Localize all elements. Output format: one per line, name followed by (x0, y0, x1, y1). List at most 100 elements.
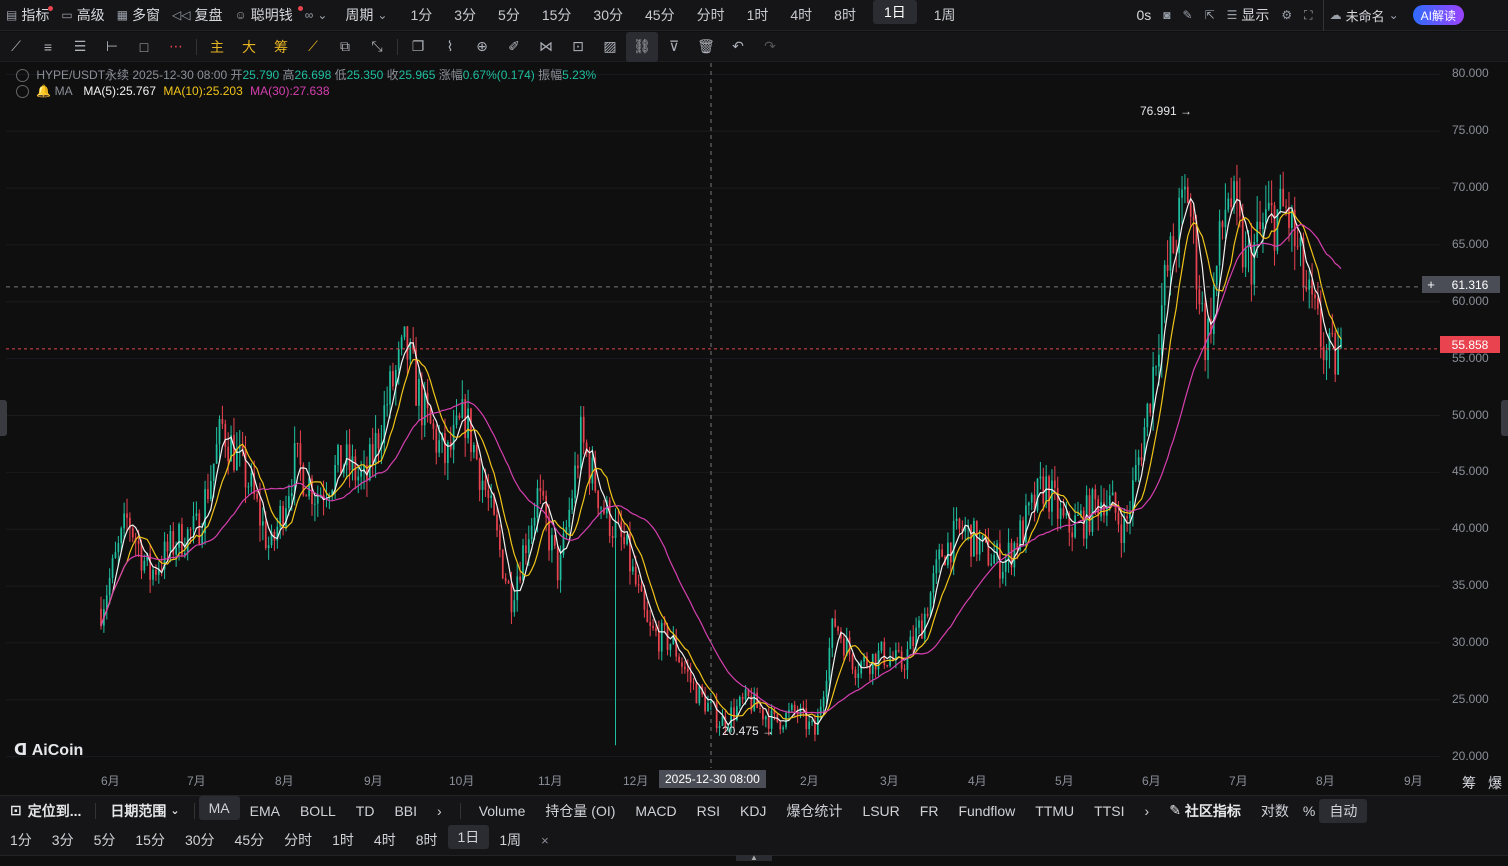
quick-timeframe-tab-9[interactable]: 8时 (406, 825, 448, 855)
candle-body[interactable] (189, 529, 192, 531)
candle-body[interactable] (542, 491, 545, 496)
candle-body[interactable] (695, 683, 698, 704)
quick-timeframe-tab-7[interactable]: 1时 (322, 825, 364, 855)
candle-body[interactable] (897, 650, 900, 652)
candle-body[interactable] (923, 613, 926, 639)
candle-body[interactable] (218, 419, 221, 445)
timeframe-tab-10[interactable]: 1日 (872, 0, 917, 24)
candle-body[interactable] (371, 444, 374, 463)
candle-body[interactable] (499, 530, 501, 550)
parallel-lines-icon[interactable]: ≡ (32, 32, 64, 62)
candle-body[interactable] (1140, 457, 1143, 461)
candle-body[interactable] (698, 686, 701, 704)
candle-body[interactable] (1094, 489, 1097, 500)
candle-body[interactable] (637, 584, 640, 586)
candle-body[interactable] (475, 445, 478, 460)
candle-body[interactable] (227, 446, 230, 462)
candle-body[interactable] (932, 573, 935, 593)
candle-body[interactable] (1181, 189, 1183, 198)
candle-body[interactable] (1215, 265, 1218, 286)
collapse-handle[interactable]: ▲ (736, 854, 772, 862)
candle-body[interactable] (652, 625, 654, 629)
candle-body[interactable] (681, 662, 683, 667)
settings-button[interactable]: ⚙ (1275, 0, 1298, 31)
candle-body[interactable] (1088, 495, 1091, 533)
candle-body[interactable] (741, 696, 744, 700)
candle-body[interactable] (1091, 489, 1094, 533)
candle-body[interactable] (473, 445, 475, 453)
candle-body[interactable] (247, 486, 250, 488)
rectangle-icon[interactable]: □ (128, 32, 160, 62)
candle-body[interactable] (155, 569, 157, 575)
candle-body[interactable] (175, 547, 178, 555)
candle-body[interactable] (429, 408, 432, 424)
quick-timeframe-tab-0[interactable]: 1分 (0, 825, 42, 855)
candle-body[interactable] (533, 517, 536, 526)
candle-body[interactable] (510, 583, 513, 613)
candle-body[interactable] (314, 503, 316, 505)
candle-body[interactable] (178, 524, 180, 548)
candle-body[interactable] (461, 399, 464, 418)
candle-body[interactable] (762, 708, 764, 720)
candle-body[interactable] (759, 708, 761, 710)
timeframe-tab-9[interactable]: 8时 (823, 0, 867, 31)
candle-body[interactable] (126, 513, 128, 518)
candle-body[interactable] (215, 444, 218, 464)
candle-body[interactable] (360, 471, 363, 477)
percent-scale-toggle[interactable]: % (1299, 796, 1319, 826)
candle-body[interactable] (256, 494, 258, 499)
candle-body[interactable] (259, 498, 261, 526)
layout-name-dropdown[interactable]: ☁ 未命名 ⌄ (1322, 0, 1405, 31)
candle-body[interactable] (1273, 205, 1276, 251)
candle-body[interactable] (111, 557, 114, 578)
candle-body[interactable] (1331, 332, 1334, 334)
candle-body[interactable] (785, 712, 787, 728)
candle-body[interactable] (1244, 247, 1247, 268)
candle-body[interactable] (684, 666, 686, 669)
compare-icon[interactable]: ⧉ (329, 32, 361, 62)
candle-body[interactable] (938, 549, 941, 560)
candle-body[interactable] (710, 701, 712, 703)
candle-body[interactable] (857, 673, 860, 678)
candle-body[interactable] (221, 419, 224, 424)
candle-body[interactable] (1230, 198, 1233, 207)
price-chart[interactable] (6, 63, 1450, 768)
sub-indicator-1[interactable]: 持仓量 (OI) (535, 796, 625, 826)
candle-body[interactable] (926, 613, 929, 616)
candle-body[interactable] (357, 476, 360, 481)
quick-timeframe-tab-11[interactable]: 1周 (489, 825, 531, 855)
candle-body[interactable] (1296, 246, 1299, 248)
candle-body[interactable] (530, 525, 533, 540)
main-indicator-1[interactable]: EMA (240, 796, 290, 826)
candle-body[interactable] (152, 569, 154, 580)
brush-icon[interactable]: ✐ (498, 32, 530, 62)
candle-body[interactable] (207, 489, 209, 500)
candle-body[interactable] (1137, 457, 1140, 465)
candle-body[interactable] (718, 725, 721, 729)
chip-distribution-toggle[interactable]: 筹 (1462, 773, 1476, 793)
quick-timeframe-tab-6[interactable]: 分时 (274, 825, 322, 855)
candle-body[interactable] (140, 543, 143, 571)
candle-body[interactable] (1227, 198, 1230, 210)
candle-body[interactable] (1036, 478, 1039, 511)
candle-body[interactable] (802, 707, 805, 709)
collapse-icon[interactable] (16, 85, 29, 99)
chevron-right-icon[interactable]: › (427, 796, 452, 826)
sub-indicator-5[interactable]: 爆仓统计 (776, 796, 852, 826)
candle-body[interactable] (686, 668, 689, 672)
candle-body[interactable] (1305, 287, 1308, 290)
candle-body[interactable] (551, 535, 553, 551)
candle-body[interactable] (1120, 524, 1123, 544)
candle-body[interactable] (261, 521, 264, 526)
main-indicator-2[interactable]: BOLL (290, 796, 346, 826)
timeframe-tab-8[interactable]: 4时 (779, 0, 823, 31)
sub-indicator-4[interactable]: KDJ (730, 796, 776, 826)
share-button[interactable]: ⇱ (1199, 0, 1221, 31)
candle-body[interactable] (669, 644, 672, 650)
lock-icon[interactable]: ⊡ (562, 32, 594, 62)
candle-body[interactable] (764, 716, 767, 720)
candle-body[interactable] (169, 531, 172, 552)
candle-body[interactable] (368, 444, 371, 481)
candle-body[interactable] (808, 721, 811, 730)
candle-body[interactable] (955, 518, 958, 521)
